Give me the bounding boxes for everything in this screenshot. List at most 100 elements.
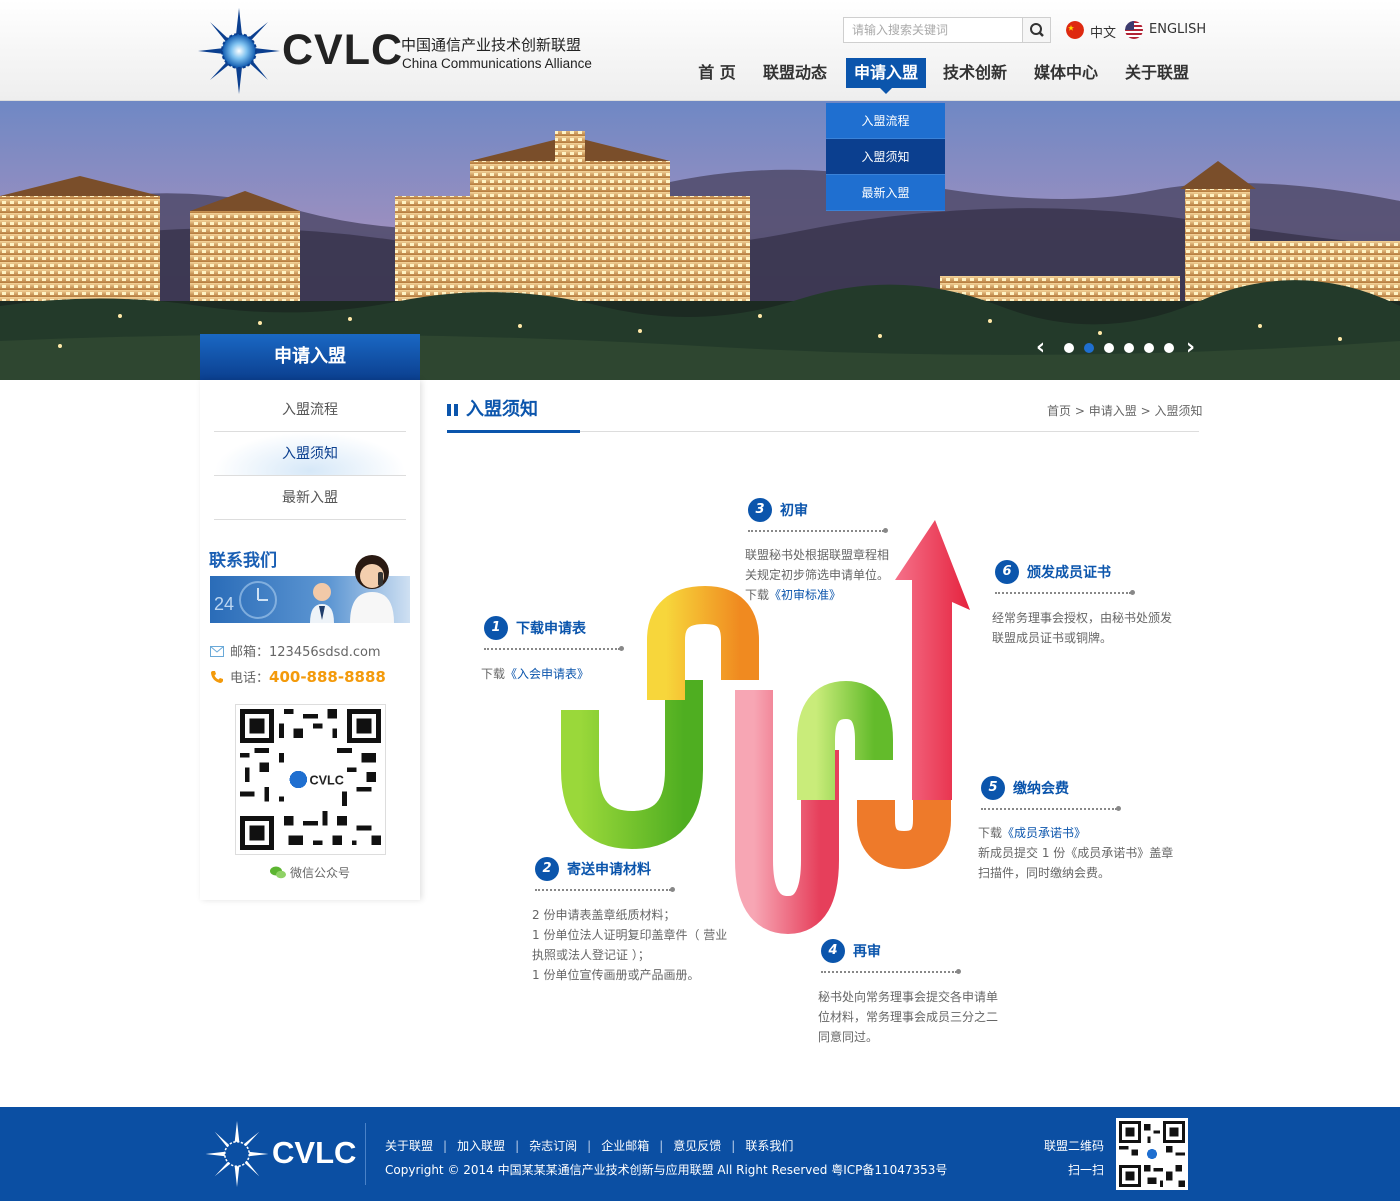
banner-dot-2[interactable] — [1084, 343, 1094, 353]
apply-dropdown-menu: 入盟流程 入盟须知 最新入盟 — [826, 103, 945, 211]
step-2-number: 2 — [535, 857, 559, 881]
step-4-title: 再审 — [853, 944, 881, 960]
page-title-text: 入盟须知 — [466, 399, 538, 420]
wechat-qr-code: CVLC — [235, 704, 386, 855]
step-4-number: 4 — [821, 939, 845, 963]
banner-dot-1[interactable] — [1064, 343, 1074, 353]
footer-logo-text: CVLC — [272, 1135, 357, 1170]
lang-chinese-label: 中文 — [1090, 26, 1117, 41]
footer-link-about[interactable]: 关于联盟 — [385, 1139, 433, 1153]
step-2-line: 2 份申请表盖章纸质材料； — [532, 908, 676, 922]
step-3-line: 联盟秘书处根据联盟章程相 — [745, 548, 890, 562]
banner-next-arrow-icon[interactable]: › — [1186, 337, 1200, 359]
logo-name-cn: 中国通信产业技术创新联盟 — [401, 36, 582, 54]
nav-about[interactable]: 关于联盟 — [1120, 58, 1194, 88]
wechat-label-text: 微信公众号 — [290, 866, 351, 880]
footer-link-join[interactable]: 加入联盟 — [457, 1139, 505, 1153]
step-6-number: 6 — [995, 560, 1019, 584]
footer-qr-label: 联盟二维码 — [1044, 1139, 1105, 1153]
search-button[interactable] — [1022, 18, 1050, 42]
breadcrumb: 首页 > 申请入盟 > 入盟须知 — [1047, 402, 1202, 419]
step-1-title: 下载申请表 — [516, 621, 586, 637]
step-6-line: 经常务理事会授权，由秘书处颁发 — [992, 611, 1173, 625]
step-2-title: 寄送申请材料 — [567, 862, 651, 878]
compass-star-logo-icon — [198, 8, 280, 94]
search-box — [843, 17, 1051, 43]
lang-english-label: ENGLISH — [1149, 22, 1207, 37]
dropdown-item-latest[interactable]: 最新入盟 — [826, 175, 945, 211]
step-1-line: 下载《入会申请表》 — [481, 667, 590, 681]
title-divider-highlight — [447, 430, 580, 433]
customer-service-image: 24 — [214, 555, 394, 623]
phone-icon — [211, 671, 223, 683]
banner-dot-3[interactable] — [1104, 343, 1114, 353]
site-logo[interactable]: CVLC 中国通信产业技术创新联盟 China Communications A… — [198, 8, 618, 94]
step-6-line: 联盟成员证书或铜牌。 — [992, 631, 1113, 645]
footer-qr-code — [1116, 1118, 1188, 1190]
nav-apply[interactable]: 申请入盟 — [846, 58, 926, 94]
breadcrumb-sep: > — [1074, 404, 1085, 418]
wechat-icon — [270, 866, 286, 879]
dropdown-item-notice[interactable]: 入盟须知 — [826, 139, 945, 175]
contact-title: 联系我们 — [209, 551, 277, 571]
step-4-line: 同意同过。 — [818, 1030, 879, 1044]
contact-email: 邮箱：123456sdsd.com — [210, 641, 381, 660]
breadcrumb-home[interactable]: 首页 — [1047, 404, 1071, 418]
footer-links: 关于联盟 | 加入联盟 | 杂志订阅 | 企业邮箱 | 意见反馈 | 联系我们 — [385, 1139, 794, 1153]
qr-logo-text: CVLC — [310, 773, 344, 787]
breadcrumb-sep: > — [1140, 404, 1151, 418]
sidebar-item-notice[interactable]: 入盟须知 — [214, 432, 406, 476]
nav-news[interactable]: 联盟动态 — [758, 58, 832, 88]
footer-qr-sub: 扫一扫 — [1068, 1163, 1105, 1177]
step-6-title: 颁发成员证书 — [1027, 565, 1111, 581]
phone-label: 电话： — [230, 671, 270, 686]
download-application-form-link[interactable]: 《入会申请表》 — [505, 667, 589, 681]
step-5-title: 缴纳会费 — [1013, 781, 1069, 797]
sidebar-title: 申请入盟 — [200, 334, 420, 380]
step-2-line: 执照或法人登记证 ）； — [532, 948, 650, 962]
footer-logo[interactable]: CVLC — [204, 1121, 357, 1187]
email-value[interactable]: 123456sdsd.com — [269, 645, 381, 660]
qr-code-image: CVLC — [240, 709, 381, 850]
search-input[interactable] — [844, 18, 1022, 42]
footer-link-contact[interactable]: 联系我们 — [745, 1139, 793, 1153]
banner-dot-5[interactable] — [1144, 343, 1154, 353]
step-3-title: 初审 — [780, 503, 808, 519]
banner-dot-6[interactable] — [1164, 343, 1174, 353]
breadcrumb-apply[interactable]: 申请入盟 — [1089, 404, 1137, 418]
lang-chinese[interactable]: 中文 — [1066, 21, 1117, 41]
banner-prev-arrow-icon[interactable]: ‹ — [1036, 337, 1050, 359]
footer-link-feedback[interactable]: 意见反馈 — [673, 1139, 721, 1153]
banner-dot-4[interactable] — [1124, 343, 1134, 353]
footer-link-mail[interactable]: 企业邮箱 — [601, 1139, 649, 1153]
footer-link-subscribe[interactable]: 杂志订阅 — [529, 1139, 577, 1153]
lang-english[interactable]: ENGLISH — [1125, 21, 1207, 39]
nav-home[interactable]: 首 页 — [686, 58, 748, 88]
page-title: 入盟须知 — [447, 395, 538, 421]
step-3-line: 下载《初审标准》 — [745, 588, 842, 602]
logo-wordmark: CVLC — [282, 26, 404, 74]
breadcrumb-current: 入盟须知 — [1154, 404, 1203, 418]
sidebar-item-latest[interactable]: 最新入盟 — [214, 476, 406, 520]
step-3-line: 关规定初步筛选申请单位。 — [745, 568, 890, 582]
sidebar: 入盟流程 入盟须知 最新入盟 联系我们 24 邮箱：123456sdsd.com… — [200, 380, 420, 900]
footer-qr-image — [1119, 1121, 1185, 1187]
contact-banner-image: 24 — [210, 555, 410, 623]
step-4-line: 秘书处向常务理事会提交各申请单 — [818, 990, 999, 1004]
step-5-line: 下载《成员承诺书》 — [978, 826, 1087, 840]
sidebar-item-process[interactable]: 入盟流程 — [214, 388, 406, 432]
step-5-line: 新成员提交 1 份《成员承诺书》盖章 — [978, 846, 1174, 860]
usa-flag-icon — [1125, 21, 1143, 39]
email-label: 邮箱： — [230, 645, 270, 660]
step-1-number: 1 — [484, 616, 508, 640]
nav-media[interactable]: 媒体中心 — [1029, 58, 1103, 88]
china-flag-icon — [1066, 21, 1084, 39]
step-2-line: 1 份单位法人证明复印盖章件（ 营业 — [532, 928, 728, 942]
site-header: CVLC 中国通信产业技术创新联盟 China Communications A… — [0, 0, 1400, 101]
nav-tech[interactable]: 技术创新 — [938, 58, 1012, 88]
footer-divider — [365, 1123, 366, 1185]
footer-compass-logo-icon — [205, 1121, 269, 1187]
download-review-standard-link[interactable]: 《初审标准》 — [769, 588, 841, 602]
dropdown-item-process[interactable]: 入盟流程 — [826, 103, 945, 139]
download-commitment-letter-link[interactable]: 《成员承诺书》 — [1002, 826, 1086, 840]
